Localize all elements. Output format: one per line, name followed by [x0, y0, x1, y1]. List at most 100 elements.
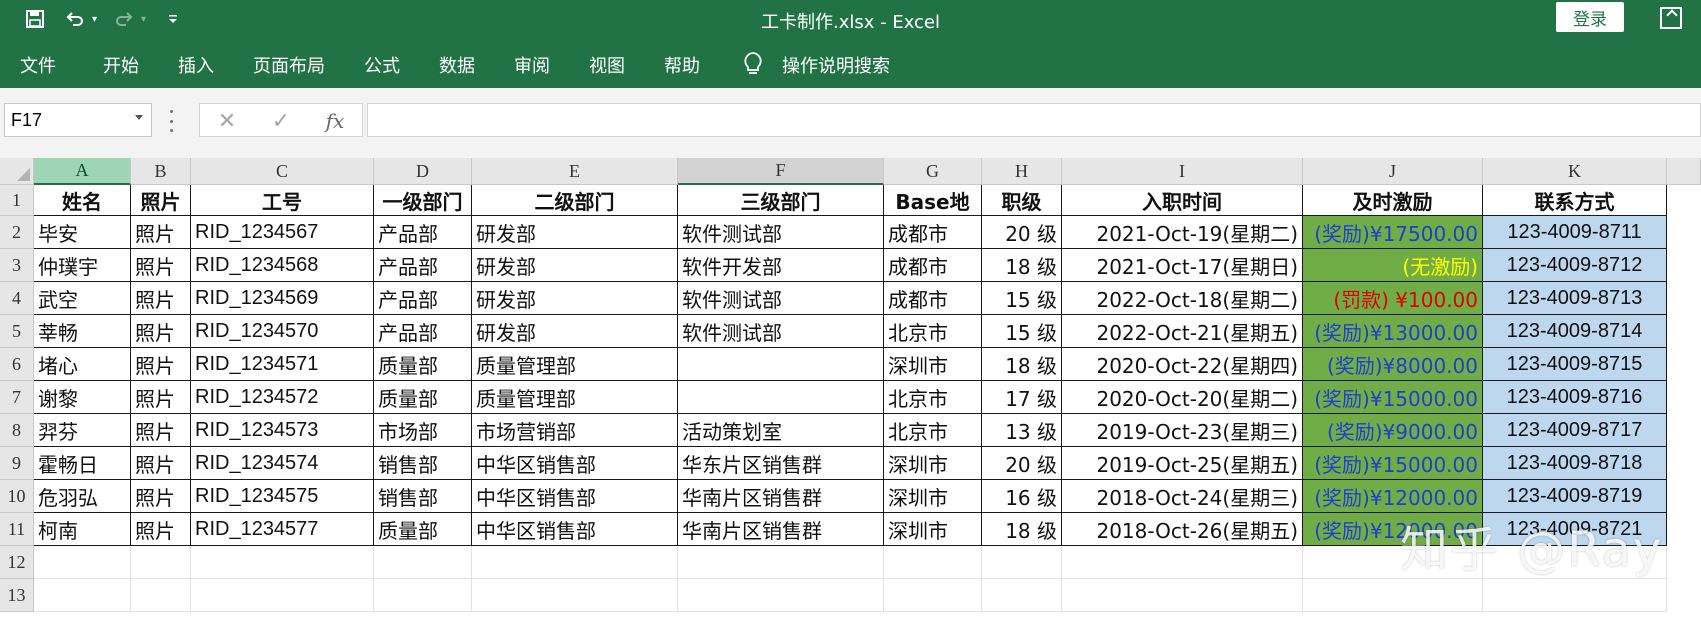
empty-cell[interactable] [34, 546, 131, 579]
column-header-c[interactable]: C [191, 158, 374, 185]
contact-cell[interactable]: 123-4009-8711 [1483, 216, 1667, 249]
header-cell[interactable]: 二级部门 [472, 185, 678, 216]
table-cell[interactable]: 15 级 [982, 282, 1062, 315]
contact-cell[interactable]: 123-4009-8717 [1483, 414, 1667, 447]
table-cell[interactable]: 深圳市 [884, 513, 982, 546]
header-cell[interactable]: 及时激励 [1303, 185, 1483, 216]
column-header-e[interactable]: E [472, 158, 678, 185]
table-cell[interactable]: 2018-Oct-24(星期三) [1062, 480, 1303, 513]
row-header-10[interactable]: 10 [0, 480, 34, 513]
table-cell[interactable]: RID_1234567 [191, 216, 374, 249]
table-cell[interactable]: 质量部 [374, 381, 472, 414]
name-box[interactable]: F17 [4, 103, 152, 137]
incentive-cell[interactable]: (奖励)¥17500.00 [1303, 216, 1483, 249]
table-cell[interactable]: RID_1234570 [191, 315, 374, 348]
table-cell[interactable]: 照片 [131, 414, 191, 447]
table-cell[interactable]: 华东片区销售群 [678, 447, 884, 480]
select-all-corner[interactable] [0, 158, 34, 185]
table-cell[interactable]: 18 级 [982, 249, 1062, 282]
empty-cell[interactable] [34, 579, 131, 612]
row-header-11[interactable]: 11 [0, 513, 34, 546]
table-cell[interactable]: RID_1234574 [191, 447, 374, 480]
table-cell[interactable] [678, 348, 884, 381]
table-cell[interactable]: 华南片区销售群 [678, 480, 884, 513]
empty-cell[interactable] [678, 546, 884, 579]
empty-cell[interactable] [678, 579, 884, 612]
column-header-g[interactable]: G [884, 158, 982, 185]
header-cell[interactable]: 工号 [191, 185, 374, 216]
table-cell[interactable]: 照片 [131, 513, 191, 546]
row-header-5[interactable]: 5 [0, 315, 34, 348]
empty-cell[interactable] [982, 579, 1062, 612]
table-cell[interactable]: 产品部 [374, 216, 472, 249]
table-cell[interactable]: 照片 [131, 381, 191, 414]
column-header-f[interactable]: F [678, 158, 884, 185]
login-button[interactable]: 登录 [1556, 2, 1624, 32]
incentive-cell[interactable]: (奖励)¥15000.00 [1303, 381, 1483, 414]
table-cell[interactable]: 北京市 [884, 381, 982, 414]
table-cell[interactable]: 销售部 [374, 480, 472, 513]
table-cell[interactable]: RID_1234573 [191, 414, 374, 447]
table-cell[interactable]: RID_1234577 [191, 513, 374, 546]
table-cell[interactable]: RID_1234571 [191, 348, 374, 381]
table-cell[interactable]: 北京市 [884, 315, 982, 348]
column-header-a[interactable]: A [34, 158, 131, 185]
column-header-h[interactable]: H [982, 158, 1062, 185]
tab-view[interactable]: 视图 [589, 52, 625, 78]
table-cell[interactable]: 研发部 [472, 282, 678, 315]
table-cell[interactable]: RID_1234568 [191, 249, 374, 282]
table-cell[interactable]: 北京市 [884, 414, 982, 447]
row-header-4[interactable]: 4 [0, 282, 34, 315]
table-cell[interactable]: 照片 [131, 480, 191, 513]
table-cell[interactable]: 毕安 [34, 216, 131, 249]
row-header-12[interactable]: 12 [0, 546, 34, 579]
table-cell[interactable]: 霍畅日 [34, 447, 131, 480]
contact-cell[interactable]: 123-4009-8715 [1483, 348, 1667, 381]
table-cell[interactable]: 2021-Oct-19(星期二) [1062, 216, 1303, 249]
tab-review[interactable]: 审阅 [514, 52, 550, 78]
table-cell[interactable]: 华南片区销售群 [678, 513, 884, 546]
table-cell[interactable]: 活动策划室 [678, 414, 884, 447]
table-cell[interactable]: 照片 [131, 447, 191, 480]
tab-formulas[interactable]: 公式 [364, 52, 400, 78]
row-header-13[interactable]: 13 [0, 579, 34, 612]
table-cell[interactable]: 销售部 [374, 447, 472, 480]
empty-cell[interactable] [1483, 579, 1667, 612]
table-cell[interactable]: 15 级 [982, 315, 1062, 348]
table-cell[interactable]: 研发部 [472, 315, 678, 348]
incentive-cell[interactable]: (奖励)¥15000.00 [1303, 447, 1483, 480]
table-cell[interactable]: 2019-Oct-23(星期三) [1062, 414, 1303, 447]
row-header-8[interactable]: 8 [0, 414, 34, 447]
column-header-k[interactable]: K [1483, 158, 1667, 185]
header-cell[interactable]: 姓名 [34, 185, 131, 216]
table-cell[interactable]: 20 级 [982, 447, 1062, 480]
table-cell[interactable]: 市场营销部 [472, 414, 678, 447]
table-cell[interactable]: 谢黎 [34, 381, 131, 414]
table-cell[interactable]: 中华区销售部 [472, 447, 678, 480]
table-cell[interactable]: 18 级 [982, 513, 1062, 546]
empty-cell[interactable] [884, 546, 982, 579]
table-cell[interactable]: 质量管理部 [472, 348, 678, 381]
empty-cell[interactable] [472, 546, 678, 579]
contact-cell[interactable]: 123-4009-8716 [1483, 381, 1667, 414]
empty-cell[interactable] [374, 579, 472, 612]
empty-cell[interactable] [1303, 579, 1483, 612]
table-cell[interactable]: 中华区销售部 [472, 480, 678, 513]
table-cell[interactable]: 13 级 [982, 414, 1062, 447]
column-header-j[interactable]: J [1303, 158, 1483, 185]
contact-cell[interactable]: 123-4009-8713 [1483, 282, 1667, 315]
table-cell[interactable]: 深圳市 [884, 348, 982, 381]
tell-me-search[interactable]: 操作说明搜索 [782, 52, 890, 78]
empty-cell[interactable] [1062, 579, 1303, 612]
table-cell[interactable]: 成都市 [884, 282, 982, 315]
table-cell[interactable]: 堵心 [34, 348, 131, 381]
chevron-down-icon[interactable] [135, 115, 143, 120]
tab-page-layout[interactable]: 页面布局 [253, 52, 325, 78]
header-cell[interactable]: Base地 [884, 185, 982, 216]
tab-home[interactable]: 开始 [103, 52, 139, 78]
table-cell[interactable]: 照片 [131, 348, 191, 381]
table-cell[interactable]: 产品部 [374, 249, 472, 282]
table-cell[interactable]: 2020-Oct-22(星期四) [1062, 348, 1303, 381]
insert-function-icon[interactable]: fx [320, 107, 350, 135]
empty-cell[interactable] [374, 546, 472, 579]
